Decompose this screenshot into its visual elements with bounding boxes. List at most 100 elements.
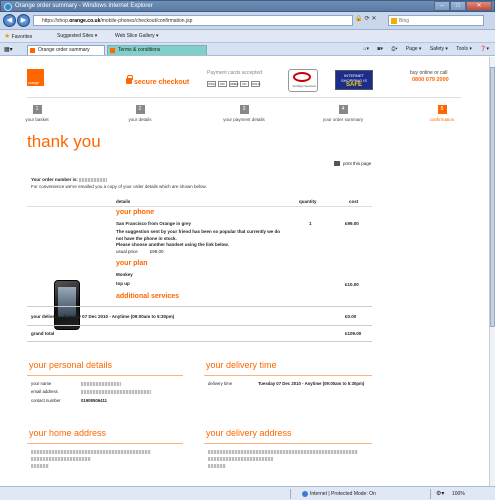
phone-name: San Francisco from Orange in grey: [116, 221, 192, 226]
col-quantity: quantity: [299, 199, 317, 204]
favorites-button[interactable]: ★ Favorites: [4, 33, 32, 41]
your-phone-heading: your phone: [116, 209, 155, 216]
grand-total-label: grand total: [31, 331, 55, 336]
home-address-heading: your home address: [29, 428, 107, 438]
feeds-icon[interactable]: ◙▾: [377, 46, 383, 52]
divider: [27, 325, 372, 326]
globe-icon: [302, 491, 308, 497]
minimize-button[interactable]: –: [434, 1, 450, 11]
tab-orange-order-summary[interactable]: Orange order summary: [27, 45, 105, 55]
secure-checkout: secure checkout: [134, 79, 190, 86]
safe-shopping-badge[interactable]: INTERNET SHOPPING IS SAFE: [335, 70, 373, 90]
address-redacted: [208, 457, 273, 461]
bing-icon: [391, 18, 397, 24]
email-label: email address: [31, 389, 58, 394]
buy-online-label: buy online or call: [410, 70, 448, 76]
delivery-address-heading: your delivery address: [206, 428, 292, 438]
contact-label: contact number: [31, 398, 61, 403]
amex-icon: AMEX: [229, 81, 239, 87]
step-label: your details: [128, 117, 152, 122]
safety-menu[interactable]: Safety ▾: [430, 46, 448, 52]
refresh-icon[interactable]: ⟳: [364, 16, 371, 22]
usual-price-label: usual price: [116, 249, 138, 254]
step-basket: 1 your basket: [7, 105, 67, 122]
tab-label: Terms & conditions: [118, 47, 161, 53]
address-redacted: [31, 464, 49, 468]
step-label: your order summary: [322, 117, 364, 122]
safe-word: SAFE: [345, 82, 362, 88]
contact-row: contact number 01908506411: [31, 398, 181, 403]
card-logos: VISA MC AMEX DC SOLO: [207, 81, 260, 87]
address-redacted: [31, 449, 151, 454]
order-number-label: Your order number is:: [31, 177, 78, 182]
window-title: Orange order summary - Windows Internet …: [15, 3, 153, 9]
verisign-text: VeriSign Secured: [292, 84, 316, 88]
step-number: 2: [135, 105, 145, 114]
command-bar: ⌂▾ ◙▾ ⎙▾ Page ▾ Safety ▾ Tools ▾ ❓▾: [357, 46, 490, 52]
close-button[interactable]: ✕: [466, 1, 492, 11]
contact-value: 01908506411: [81, 398, 108, 403]
address-bar: ◀ ▶ https://shop.orange.co.uk/mobile-pho…: [0, 12, 495, 30]
col-details: details: [116, 199, 131, 204]
order-number-redacted: [79, 177, 108, 182]
phone-cost: £99.00: [345, 221, 359, 226]
order-number: Your order number is:: [31, 177, 108, 182]
home-address-lines: [31, 449, 181, 468]
delivery-address-lines: [208, 449, 368, 468]
tools-menu[interactable]: Tools ▾: [456, 46, 472, 52]
page-menu[interactable]: Page ▾: [406, 46, 422, 52]
orange-favicon: [110, 48, 115, 53]
forward-button[interactable]: ▶: [17, 14, 30, 27]
maximize-button[interactable]: □: [450, 1, 466, 11]
url-input[interactable]: https://shop.orange.co.uk/mobile-phones/…: [33, 15, 353, 26]
address-actions: 🔒⟳✕: [355, 15, 379, 22]
stop-icon[interactable]: ✕: [372, 16, 379, 22]
sales-phone: 0800 079 2000: [412, 77, 449, 83]
phone-screen: [58, 287, 76, 317]
padlock-icon: [126, 75, 133, 84]
url-prefix: https://shop.: [42, 18, 70, 24]
check-icon: [293, 72, 311, 82]
name-redacted: [81, 381, 121, 386]
divider: [430, 489, 431, 499]
step-number: 3: [239, 105, 249, 114]
back-button[interactable]: ◀: [3, 14, 16, 27]
name-row: your name: [31, 381, 181, 386]
help-menu[interactable]: ❓▾: [480, 46, 489, 52]
security-zone[interactable]: Internet | Protected Mode: On: [310, 491, 376, 497]
delivery-cost: £0.00: [345, 314, 357, 319]
home-icon[interactable]: ⌂▾: [364, 46, 370, 52]
page-title: thank you: [27, 132, 101, 151]
scrollbar-thumb[interactable]: [490, 67, 495, 327]
usual-price-value: £99.00: [149, 249, 164, 254]
delivery-time-heading: your delivery time: [206, 360, 277, 370]
divider: [204, 443, 372, 444]
divider: [27, 443, 183, 444]
zoom-level[interactable]: 100%: [452, 491, 465, 497]
favorites-label: Favorites: [11, 34, 33, 40]
printer-icon: [334, 161, 340, 167]
tab-label: Orange order summary: [38, 47, 90, 53]
solo-icon: SOLO: [251, 81, 261, 87]
orange-logo[interactable]: orange: [27, 69, 44, 86]
address-redacted: [31, 457, 91, 461]
step-summary: 4 your order summary: [313, 105, 373, 122]
protected-mode-icon[interactable]: ⚙▾: [436, 490, 444, 497]
favorite-web-slice-gallery[interactable]: Web Slice Gallery ▾: [115, 33, 159, 40]
quick-tabs-icon[interactable]: ▦▾: [4, 46, 13, 53]
search-input[interactable]: Bing: [388, 15, 484, 26]
print-link[interactable]: print this page: [334, 161, 372, 167]
print-label: print this page: [343, 161, 372, 166]
print-icon[interactable]: ⎙▾: [391, 46, 397, 52]
tab-terms-conditions[interactable]: Terms & conditions: [107, 45, 207, 55]
ie-icon: [4, 3, 12, 11]
divider: [27, 341, 372, 342]
step-number: 4: [338, 105, 348, 114]
address-redacted: [208, 449, 358, 454]
favorite-suggested-sites[interactable]: Suggested Sites ▾: [57, 33, 97, 40]
payment-cards-label: Payment cards accepted: [207, 70, 263, 76]
personal-details-heading: your personal details: [29, 360, 113, 370]
vertical-scrollbar[interactable]: [489, 57, 495, 486]
verisign-badge[interactable]: VeriSign Secured: [288, 69, 318, 92]
email-redacted: [81, 389, 151, 394]
